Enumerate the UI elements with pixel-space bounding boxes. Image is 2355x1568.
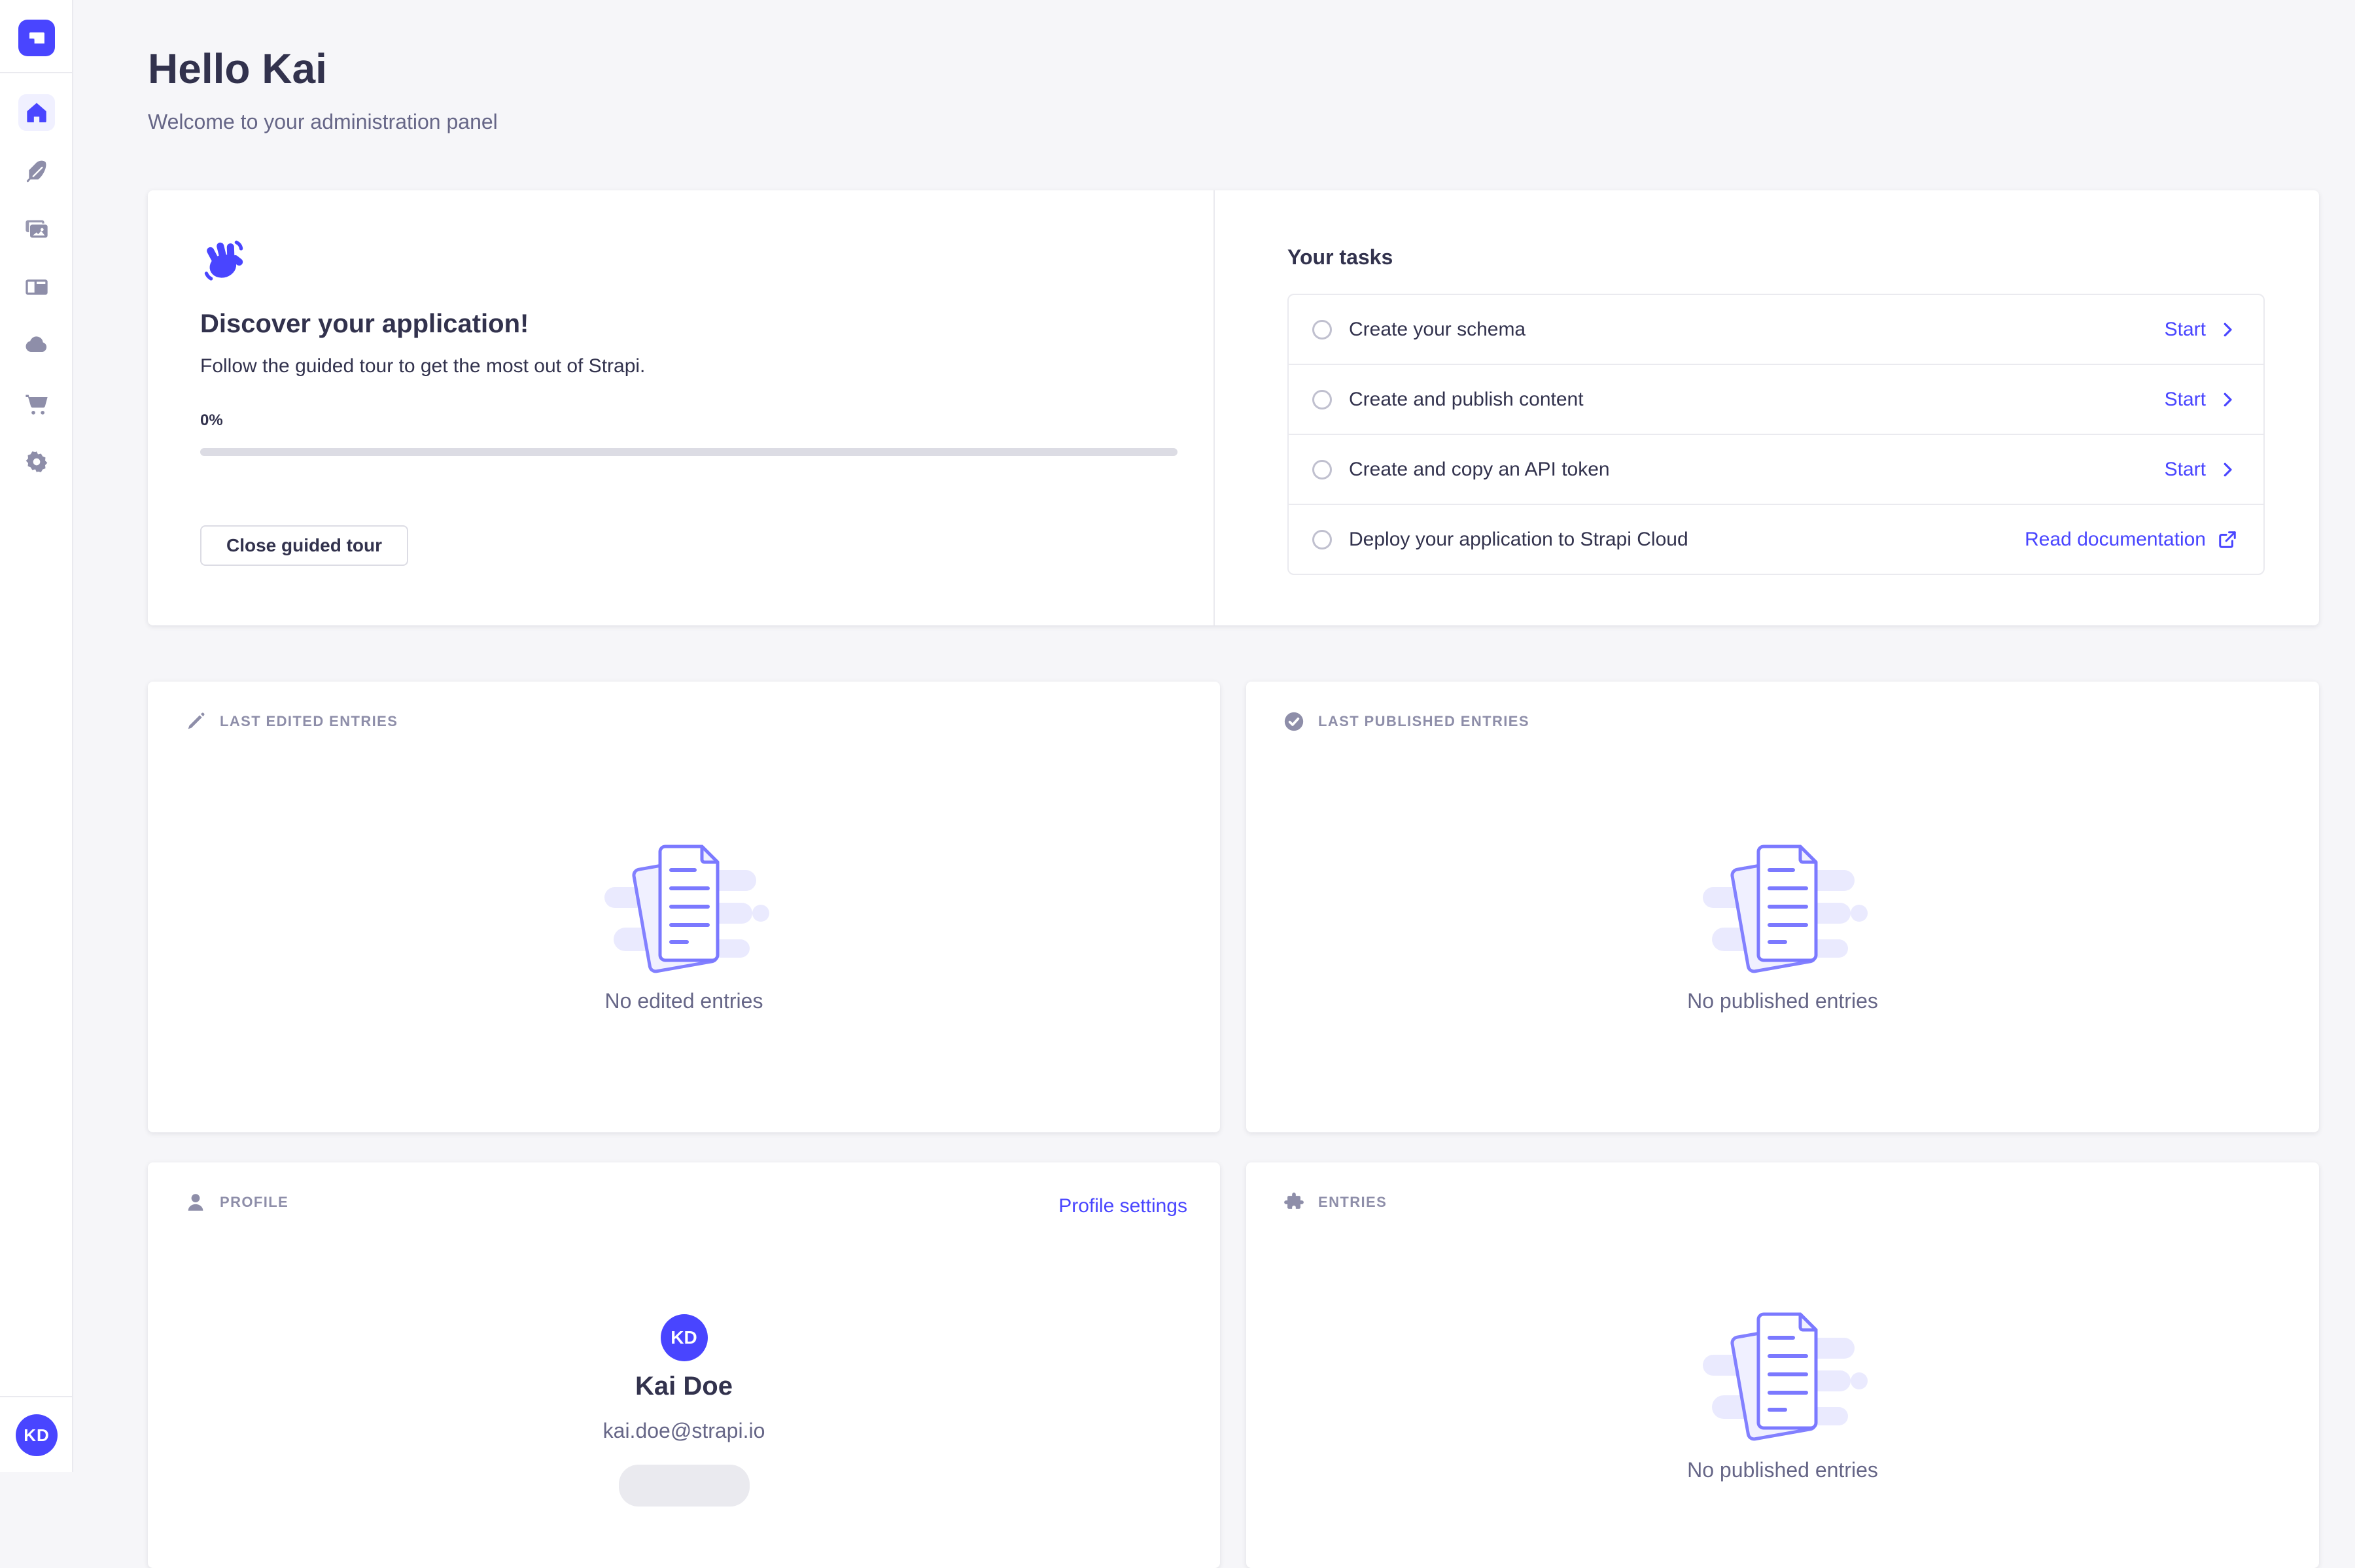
card-label: LAST EDITED ENTRIES — [220, 713, 398, 730]
last-published-entries-card: LAST PUBLISHED ENTRIES No published entr… — [1246, 682, 2319, 1132]
task-row-publish-content[interactable]: Create and publish content Start — [1289, 365, 2263, 435]
sidebar-divider — [0, 72, 73, 73]
check-circle-icon — [1283, 710, 1305, 733]
entries-card: ENTRIES No published entries — [1246, 1162, 2319, 1568]
task-radio[interactable] — [1312, 460, 1332, 479]
task-radio[interactable] — [1312, 320, 1332, 340]
gear-icon — [24, 449, 50, 475]
sidebar-item-home[interactable] — [18, 94, 55, 131]
card-label: LAST PUBLISHED ENTRIES — [1318, 713, 1529, 730]
sidebar-item-content-manager[interactable] — [18, 152, 55, 189]
task-row-deploy-cloud[interactable]: Deploy your application to Strapi Cloud … — [1289, 505, 2263, 574]
task-action-label: Read documentation — [2025, 529, 2206, 551]
sidebar-item-marketplace[interactable] — [18, 385, 55, 422]
task-radio[interactable] — [1312, 390, 1332, 409]
profile-name: Kai Doe — [148, 1372, 1220, 1401]
home-icon — [24, 99, 50, 126]
sidebar-divider — [0, 1396, 73, 1397]
task-action-label: Start — [2165, 389, 2206, 411]
cloud-icon — [24, 332, 50, 358]
empty-documents-illustration — [599, 829, 769, 980]
card-label: PROFILE — [220, 1194, 288, 1211]
sidebar: KD — [0, 0, 73, 1472]
close-guided-tour-button[interactable]: Close guided tour — [200, 525, 408, 566]
profile-settings-link[interactable]: Profile settings — [1058, 1195, 1187, 1217]
task-row-create-schema[interactable]: Create your schema Start — [1289, 295, 2263, 365]
card-header: LAST PUBLISHED ENTRIES — [1283, 710, 1529, 733]
sidebar-item-media-library[interactable] — [18, 211, 55, 247]
card-header: PROFILE — [184, 1191, 288, 1213]
guided-tour-panel: Discover your application! Follow the gu… — [148, 190, 2319, 625]
guided-tour-description: Follow the guided tour to get the most o… — [200, 355, 645, 377]
your-tasks-title: Your tasks — [1287, 245, 1393, 270]
sidebar-item-content-type-builder[interactable] — [18, 269, 55, 305]
page-subtitle: Welcome to your administration panel — [148, 110, 498, 134]
page-title: Hello Kai — [148, 44, 327, 93]
sidebar-user-avatar[interactable]: KD — [16, 1414, 58, 1456]
empty-state-text: No published entries — [1246, 989, 2319, 1013]
task-action-label: Start — [2165, 319, 2206, 341]
strapi-logo-icon — [26, 27, 48, 49]
person-icon — [184, 1191, 207, 1213]
empty-documents-illustration — [1698, 829, 1868, 980]
task-label: Create and copy an API token — [1349, 459, 1610, 481]
tasks-list: Create your schema Start Create and publ… — [1287, 294, 2265, 575]
task-label: Create and publish content — [1349, 389, 1584, 411]
last-edited-entries-card: LAST EDITED ENTRIES No edited entries — [148, 682, 1220, 1132]
empty-documents-illustration — [1698, 1297, 1868, 1448]
pencil-icon — [184, 710, 207, 733]
task-start-link[interactable]: Start — [2165, 319, 2237, 341]
guided-tour-progress-label: 0% — [200, 411, 223, 430]
feather-icon — [24, 158, 50, 184]
task-action-label: Start — [2165, 459, 2206, 481]
sidebar-item-settings[interactable] — [18, 444, 55, 480]
profile-role-badge — [619, 1465, 750, 1507]
task-radio[interactable] — [1312, 530, 1332, 549]
empty-state-text: No published entries — [1246, 1458, 2319, 1482]
guided-tour-title: Discover your application! — [200, 309, 529, 339]
card-header: ENTRIES — [1283, 1191, 1387, 1213]
chevron-right-icon — [2218, 320, 2237, 340]
card-label: ENTRIES — [1318, 1194, 1387, 1211]
card-header: LAST EDITED ENTRIES — [184, 710, 398, 733]
task-row-api-token[interactable]: Create and copy an API token Start — [1289, 435, 2263, 505]
external-link-icon — [2218, 530, 2237, 549]
panel-divider — [1213, 190, 1215, 625]
profile-avatar: KD — [661, 1314, 708, 1361]
empty-state-text: No edited entries — [148, 989, 1220, 1013]
profile-email: kai.doe@strapi.io — [148, 1419, 1220, 1443]
chevron-right-icon — [2218, 460, 2237, 479]
guided-tour-progress-bar — [200, 448, 1178, 456]
layout-icon — [24, 274, 50, 300]
chevron-right-icon — [2218, 390, 2237, 409]
strapi-logo[interactable] — [18, 20, 55, 56]
read-documentation-link[interactable]: Read documentation — [2025, 529, 2237, 551]
shopping-cart-icon — [24, 391, 50, 417]
waving-hand-icon — [200, 236, 250, 286]
images-icon — [24, 216, 50, 242]
profile-card: PROFILE Profile settings KD Kai Doe kai.… — [148, 1162, 1220, 1568]
task-start-link[interactable]: Start — [2165, 459, 2237, 481]
task-start-link[interactable]: Start — [2165, 389, 2237, 411]
sidebar-item-cloud[interactable] — [18, 327, 55, 364]
puzzle-icon — [1283, 1191, 1305, 1213]
task-label: Deploy your application to Strapi Cloud — [1349, 529, 1688, 551]
task-label: Create your schema — [1349, 319, 1526, 341]
